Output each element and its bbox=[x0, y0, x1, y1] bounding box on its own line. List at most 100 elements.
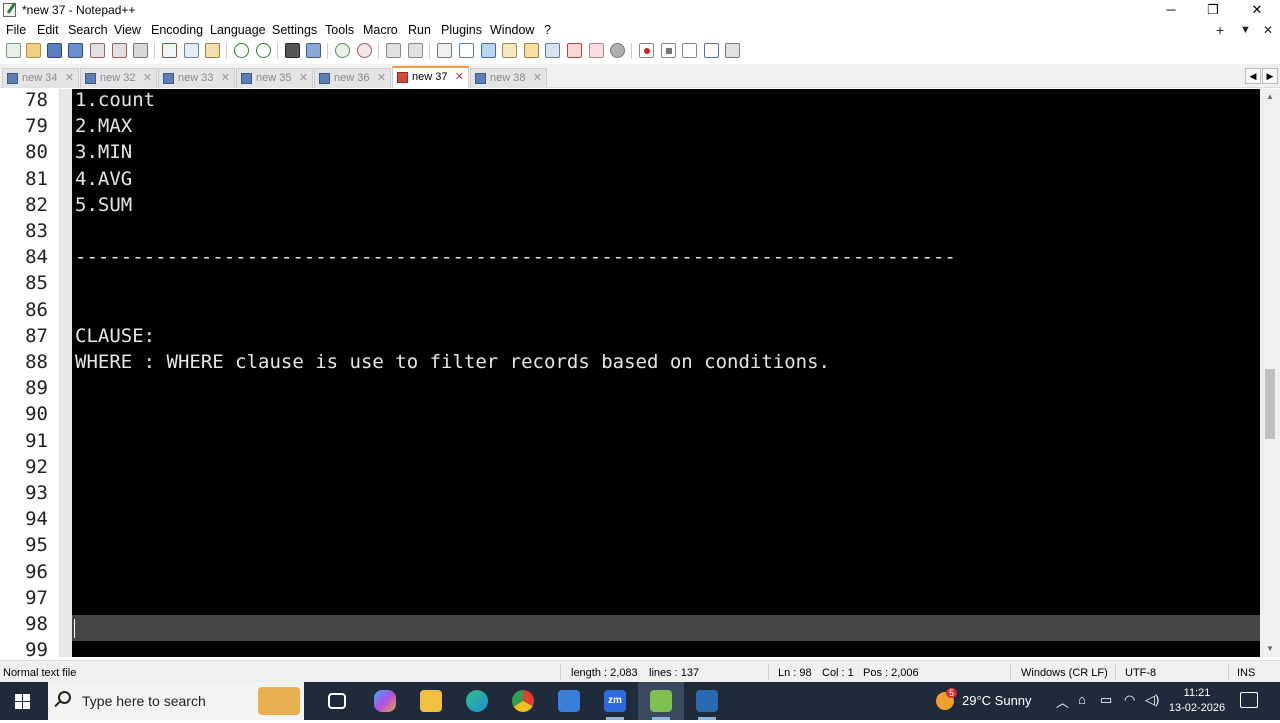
minimize-button[interactable]: ─ bbox=[1148, 0, 1194, 20]
status-filetype: Normal text file bbox=[3, 667, 77, 679]
copy-icon[interactable] bbox=[184, 43, 199, 58]
tab-close-icon[interactable]: ✕ bbox=[143, 71, 152, 84]
zoom-icon: zm bbox=[604, 690, 626, 712]
save-macro-icon[interactable] bbox=[725, 43, 740, 58]
show-all-chars-icon[interactable] bbox=[459, 43, 474, 58]
scrollbar-thumb[interactable] bbox=[1265, 369, 1275, 439]
file-explorer-button[interactable] bbox=[408, 682, 454, 720]
microsoft-store-button[interactable] bbox=[546, 682, 592, 720]
tab-scroll-right-icon[interactable]: ▶ bbox=[1262, 68, 1278, 84]
notepadpp-taskbar-button[interactable] bbox=[638, 682, 684, 720]
undo-icon[interactable] bbox=[234, 43, 249, 58]
wifi-icon[interactable]: ◠ bbox=[1124, 692, 1135, 708]
cut-icon[interactable] bbox=[162, 43, 177, 58]
zoom-out-icon[interactable] bbox=[357, 43, 372, 58]
tab-close-icon[interactable]: ✕ bbox=[299, 71, 308, 84]
tab-new-32[interactable]: new 32 ✕ bbox=[80, 68, 157, 88]
menu-run[interactable]: Run bbox=[408, 23, 431, 37]
status-encoding[interactable]: UTF-8 bbox=[1125, 667, 1156, 679]
run-macro-multiple-icon[interactable] bbox=[704, 43, 719, 58]
tab-new-34[interactable]: new 34 ✕ bbox=[2, 68, 79, 88]
paste-icon[interactable] bbox=[205, 43, 220, 58]
status-eol[interactable]: Windows (CR LF) bbox=[1021, 667, 1108, 679]
menu-help[interactable]: ? bbox=[544, 23, 551, 37]
battery-icon[interactable]: ▭ bbox=[1100, 692, 1112, 708]
indent-guide-icon[interactable] bbox=[481, 43, 496, 58]
menu-plugins[interactable]: Plugins bbox=[441, 23, 482, 37]
save-icon[interactable] bbox=[47, 43, 62, 58]
tab-new-35[interactable]: new 35 ✕ bbox=[236, 68, 313, 88]
scroll-up-arrow-icon[interactable]: ▲ bbox=[1260, 89, 1280, 105]
menu-language[interactable]: Language bbox=[210, 23, 266, 37]
close-file-icon[interactable] bbox=[90, 43, 105, 58]
line-number: 90 bbox=[25, 403, 48, 426]
replace-icon[interactable] bbox=[306, 43, 321, 58]
redo-icon[interactable] bbox=[256, 43, 271, 58]
menu-edit[interactable]: Edit bbox=[37, 23, 59, 37]
weather-widget[interactable]: 5 29°C Sunny bbox=[932, 682, 1042, 720]
stop-macro-icon[interactable] bbox=[661, 43, 676, 58]
new-file-icon[interactable] bbox=[6, 43, 21, 58]
menu-search[interactable]: Search bbox=[68, 23, 108, 37]
editor[interactable]: 78 79 80 81 82 83 84 85 86 87 88 89 90 91 92 93 94 95 96 97… bbox=[0, 89, 1260, 657]
copilot-button[interactable] bbox=[362, 682, 408, 720]
sync-horizontal-icon[interactable] bbox=[408, 43, 423, 58]
function-list-icon[interactable] bbox=[567, 43, 582, 58]
taskbar-search-box[interactable]: Type here to search bbox=[48, 682, 304, 720]
scroll-down-arrow-icon[interactable]: ▼ bbox=[1260, 641, 1280, 657]
tab-new-33[interactable]: new 33 ✕ bbox=[158, 68, 235, 88]
tab-close-icon[interactable]: ✕ bbox=[221, 71, 230, 84]
edge-button[interactable] bbox=[454, 682, 500, 720]
menu-encoding[interactable]: Encoding bbox=[151, 23, 203, 37]
record-macro-icon[interactable] bbox=[639, 43, 654, 58]
status-pos: Pos : 2,006 bbox=[863, 667, 919, 679]
show-hidden-icons-chevron-icon[interactable]: ︿ bbox=[1056, 692, 1069, 711]
close-button[interactable]: ✕ bbox=[1234, 0, 1280, 20]
volume-icon[interactable]: ◁) bbox=[1145, 692, 1159, 708]
menu-view[interactable]: View bbox=[114, 23, 141, 37]
print-icon[interactable] bbox=[133, 43, 148, 58]
menu-macro[interactable]: Macro bbox=[363, 23, 398, 37]
open-file-icon[interactable] bbox=[26, 43, 41, 58]
fold-margin[interactable] bbox=[60, 89, 72, 657]
menu-settings[interactable]: Settings bbox=[272, 23, 317, 37]
doc-list-icon[interactable] bbox=[545, 43, 560, 58]
notification-center-icon[interactable] bbox=[1240, 692, 1258, 708]
tab-list-dropdown-icon[interactable]: ▼ bbox=[1240, 24, 1251, 36]
onedrive-icon[interactable]: ⌂ bbox=[1078, 692, 1086, 707]
menu-tools[interactable]: Tools bbox=[325, 23, 354, 37]
chrome-button[interactable] bbox=[500, 682, 546, 720]
menu-window[interactable]: Window bbox=[490, 23, 534, 37]
add-tab-icon[interactable]: + bbox=[1216, 22, 1224, 38]
tab-new-38[interactable]: new 38 ✕ bbox=[470, 68, 547, 88]
play-macro-icon[interactable] bbox=[682, 43, 697, 58]
start-button[interactable] bbox=[0, 682, 46, 720]
menu-file[interactable]: File bbox=[6, 23, 26, 37]
zoom-in-icon[interactable] bbox=[335, 43, 350, 58]
line-number: 79 bbox=[25, 115, 48, 138]
tab-close-icon[interactable]: ✕ bbox=[455, 70, 464, 83]
status-insert-mode[interactable]: INS bbox=[1237, 667, 1255, 679]
word-wrap-icon[interactable] bbox=[437, 43, 452, 58]
tab-new-37[interactable]: new 37 ✕ bbox=[392, 66, 469, 88]
sync-vertical-icon[interactable] bbox=[386, 43, 401, 58]
task-view-button[interactable] bbox=[314, 682, 360, 720]
close-document-icon[interactable]: ✕ bbox=[1263, 23, 1273, 37]
system-clock[interactable]: 11:21 13-02-2026 bbox=[1168, 686, 1226, 716]
find-icon[interactable] bbox=[285, 43, 300, 58]
tab-scroll-left-icon[interactable]: ◀ bbox=[1245, 68, 1261, 84]
editor-app-button[interactable] bbox=[684, 682, 730, 720]
close-all-icon[interactable] bbox=[112, 43, 127, 58]
save-all-icon[interactable] bbox=[68, 43, 83, 58]
tab-new-36[interactable]: new 36 ✕ bbox=[314, 68, 391, 88]
vertical-scrollbar[interactable]: ▲ ▼ bbox=[1260, 89, 1280, 657]
tab-close-icon[interactable]: ✕ bbox=[533, 71, 542, 84]
doc-map-icon[interactable] bbox=[524, 43, 539, 58]
monitoring-icon[interactable] bbox=[610, 43, 625, 58]
user-language-icon[interactable] bbox=[502, 43, 517, 58]
tab-close-icon[interactable]: ✕ bbox=[377, 71, 386, 84]
zoom-button[interactable]: zm bbox=[592, 682, 638, 720]
tab-close-icon[interactable]: ✕ bbox=[65, 71, 74, 84]
folder-workspace-icon[interactable] bbox=[589, 43, 604, 58]
restore-button[interactable]: ❐ bbox=[1190, 0, 1236, 20]
